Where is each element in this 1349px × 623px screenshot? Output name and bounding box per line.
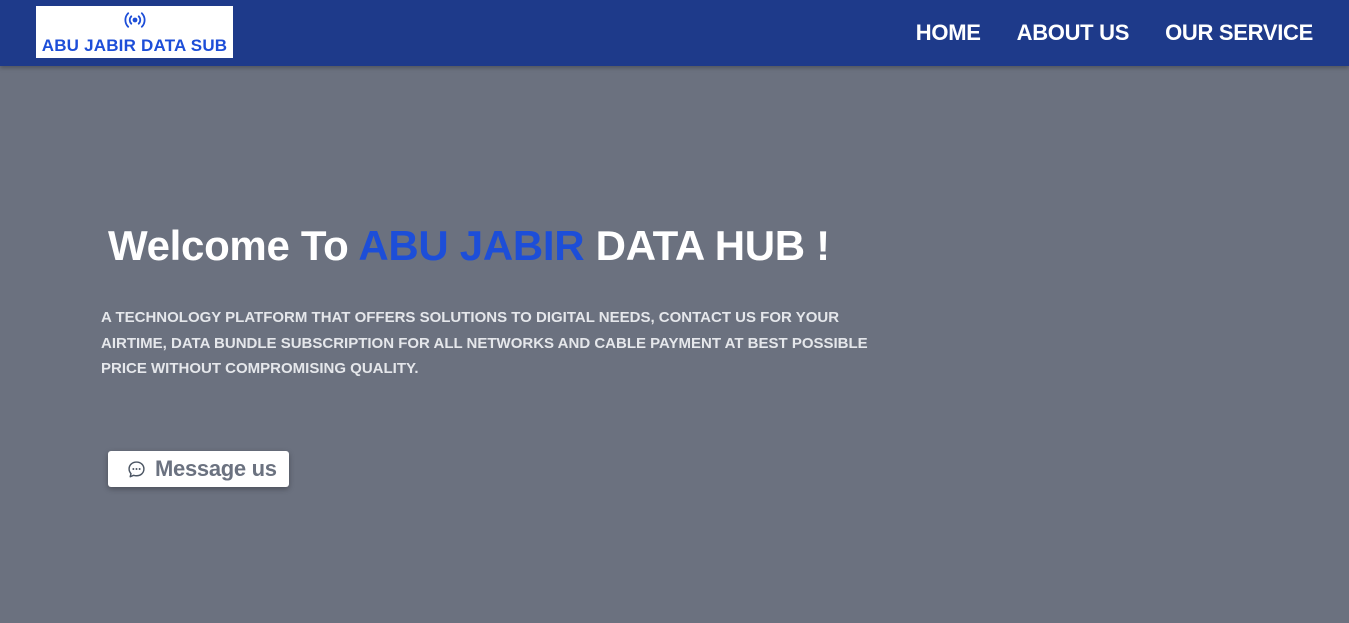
hero-description: A TECHNOLOGY PLATFORM THAT OFFERS SOLUTI… — [101, 309, 868, 377]
message-us-button[interactable]: Message us — [108, 451, 289, 487]
broadcast-icon — [123, 12, 146, 28]
message-us-label: Message us — [155, 456, 277, 481]
nav-about-us-link[interactable]: ABOUT US — [1017, 20, 1130, 46]
nav-home-link[interactable]: HOME — [916, 20, 981, 46]
hero-title-prefix: Welcome To — [108, 222, 359, 269]
hero-title: Welcome To ABU JABIR DATA HUB ! — [108, 222, 830, 270]
main-nav: HOME ABOUT US OUR SERVICE — [916, 0, 1314, 66]
top-navbar: ABU JABIR DATA SUB HOME ABOUT US OUR SER… — [0, 0, 1349, 66]
hero-title-highlight: ABU JABIR — [358, 222, 585, 269]
nav-our-service-link[interactable]: OUR SERVICE — [1165, 20, 1313, 46]
hero-title-suffix: DATA HUB ! — [584, 222, 830, 269]
logo-text: ABU JABIR DATA SUB — [41, 36, 228, 55]
logo-link[interactable]: ABU JABIR DATA SUB — [36, 6, 233, 58]
chat-bubble-icon — [128, 460, 145, 477]
